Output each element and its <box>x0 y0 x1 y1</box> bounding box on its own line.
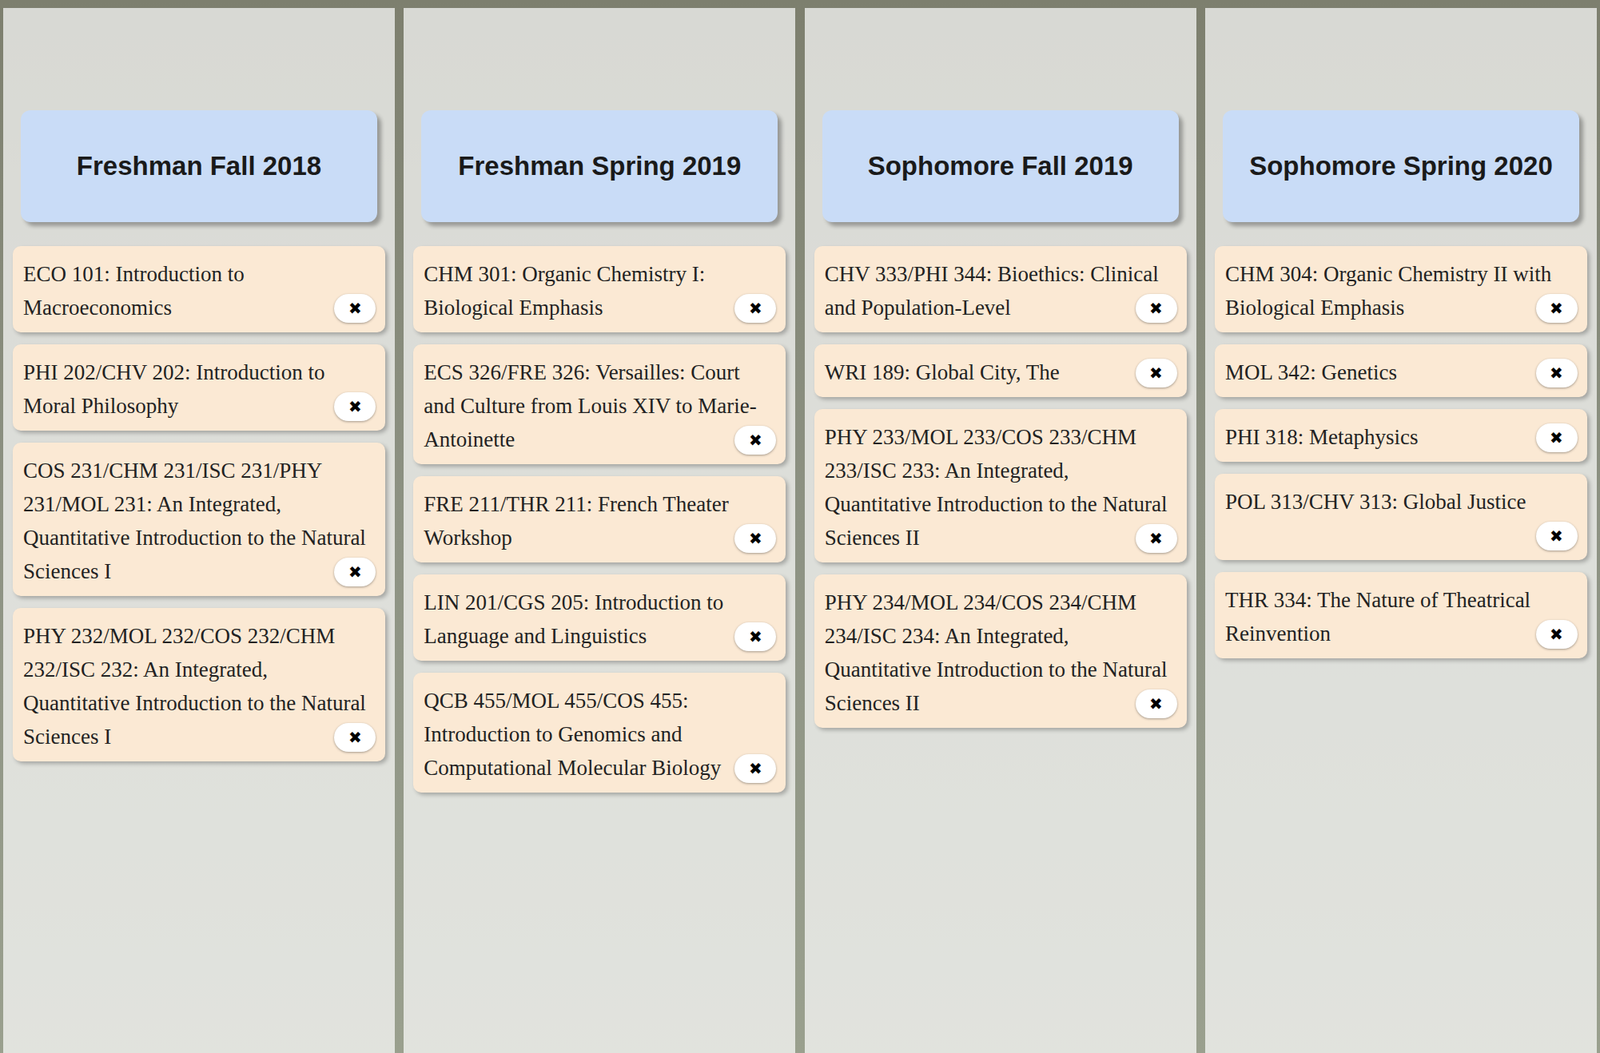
remove-button[interactable]: ✖ <box>734 425 777 455</box>
course-card[interactable]: QCB 455/MOL 455/COS 455: Introduction to… <box>413 672 786 793</box>
remove-button[interactable]: ✖ <box>1536 423 1578 453</box>
close-icon: ✖ <box>748 300 763 317</box>
close-icon: ✖ <box>1549 429 1564 446</box>
close-icon: ✖ <box>1149 696 1163 713</box>
close-icon: ✖ <box>748 760 763 777</box>
course-title: LIN 201/CGS 205: Introduction to Languag… <box>423 590 724 649</box>
close-icon: ✖ <box>348 564 363 581</box>
course-card[interactable]: CHM 301: Organic Chemistry I: Biological… <box>413 246 786 333</box>
semester-header: Freshman Spring 2019 <box>421 110 778 223</box>
close-icon: ✖ <box>348 398 363 415</box>
course-title: QCB 455/MOL 455/COS 455: Introduction to… <box>423 688 721 781</box>
remove-button[interactable]: ✖ <box>734 754 777 784</box>
close-icon: ✖ <box>1549 365 1564 382</box>
course-title: COS 231/CHM 231/ISC 231/PHY 231/MOL 231:… <box>23 458 367 584</box>
course-card[interactable]: PHY 232/MOL 232/COS 232/CHM 232/ISC 232:… <box>12 608 386 762</box>
course-title: PHI 318: Metaphysics <box>1225 425 1418 450</box>
course-title: THR 334: The Nature of Theatrical Reinve… <box>1225 588 1531 646</box>
close-icon: ✖ <box>748 432 763 449</box>
remove-button[interactable]: ✖ <box>334 723 376 753</box>
remove-button[interactable]: ✖ <box>1135 524 1178 554</box>
course-card[interactable]: COS 231/CHM 231/ISC 231/PHY 231/MOL 231:… <box>12 442 386 597</box>
semester-column[interactable]: Freshman Spring 2019 CHM 301: Organic Che… <box>403 7 796 1053</box>
close-icon: ✖ <box>1549 300 1564 317</box>
course-title: ECO 101: Introduction to Macroeconomics <box>23 262 245 320</box>
course-card[interactable]: ECS 326/FRE 326: Versailles: Court and C… <box>413 344 786 465</box>
course-card[interactable]: MOL 342: Genetics ✖ <box>1214 344 1588 398</box>
course-list: CHM 304: Organic Chemistry II with Biolo… <box>1214 246 1588 659</box>
remove-button[interactable]: ✖ <box>1536 620 1578 649</box>
course-title: MOL 342: Genetics <box>1225 360 1398 385</box>
remove-button[interactable]: ✖ <box>1135 358 1178 388</box>
remove-button[interactable]: ✖ <box>334 294 376 323</box>
close-icon: ✖ <box>1149 530 1163 547</box>
course-title: PHY 232/MOL 232/COS 232/CHM 232/ISC 232:… <box>23 624 367 749</box>
course-card[interactable]: CHV 333/PHI 344: Bioethics: Clinical and… <box>814 246 1187 333</box>
remove-button[interactable]: ✖ <box>334 557 376 587</box>
remove-button[interactable]: ✖ <box>1536 521 1578 551</box>
course-title: PHY 233/MOL 233/COS 233/CHM 233/ISC 233:… <box>824 425 1168 550</box>
course-title: CHM 301: Organic Chemistry I: Biological… <box>423 262 705 320</box>
course-card[interactable]: ECO 101: Introduction to Macroeconomics ✖ <box>12 246 386 333</box>
semester-column[interactable]: Sophomore Spring 2020 CHM 304: Organic Ch… <box>1205 7 1597 1053</box>
course-card[interactable]: PHI 202/CHV 202: Introduction to Moral P… <box>12 344 386 431</box>
close-icon: ✖ <box>348 300 363 317</box>
close-icon: ✖ <box>1149 365 1163 382</box>
course-card[interactable]: PHY 233/MOL 233/COS 233/CHM 233/ISC 233:… <box>814 409 1187 563</box>
semester-header: Freshman Fall 2018 <box>20 110 378 223</box>
close-icon: ✖ <box>748 530 763 547</box>
course-title: WRI 189: Global City, The <box>824 360 1060 385</box>
course-title: CHM 304: Organic Chemistry II with Biolo… <box>1225 262 1552 320</box>
close-icon: ✖ <box>748 628 763 645</box>
course-list: CHM 301: Organic Chemistry I: Biological… <box>413 246 786 793</box>
close-icon: ✖ <box>348 729 363 746</box>
semester-column[interactable]: Sophomore Fall 2019 CHV 333/PHI 344: Bioe… <box>804 7 1197 1053</box>
remove-button[interactable]: ✖ <box>734 622 777 652</box>
course-card[interactable]: POL 313/CHV 313: Global Justice ✖ <box>1214 473 1588 561</box>
planner-page: Freshman Fall 2018 ECO 101: Introduction … <box>0 0 1600 1053</box>
course-card[interactable]: WRI 189: Global City, The ✖ <box>814 344 1187 398</box>
course-list: ECO 101: Introduction to Macroeconomics ✖… <box>12 246 386 762</box>
course-card[interactable]: PHI 318: Metaphysics ✖ <box>1214 409 1588 462</box>
course-title: PHI 202/CHV 202: Introduction to Moral P… <box>23 360 326 418</box>
course-title: PHY 234/MOL 234/COS 234/CHM 234/ISC 234:… <box>824 590 1168 716</box>
semester-header: Sophomore Fall 2019 <box>822 110 1179 223</box>
course-title: ECS 326/FRE 326: Versailles: Court and C… <box>423 360 757 452</box>
remove-button[interactable]: ✖ <box>1135 294 1178 323</box>
course-card[interactable]: FRE 211/THR 211: French Theater Workshop… <box>413 476 786 563</box>
remove-button[interactable]: ✖ <box>1135 689 1178 719</box>
close-icon: ✖ <box>1149 300 1163 317</box>
remove-button[interactable]: ✖ <box>334 392 376 422</box>
remove-button[interactable]: ✖ <box>1536 294 1578 323</box>
course-card[interactable]: CHM 304: Organic Chemistry II with Biolo… <box>1214 246 1588 333</box>
course-card[interactable]: LIN 201/CGS 205: Introduction to Languag… <box>413 574 786 661</box>
course-title: POL 313/CHV 313: Global Justice <box>1225 489 1527 514</box>
course-list: CHV 333/PHI 344: Bioethics: Clinical and… <box>814 246 1187 729</box>
course-title: CHV 333/PHI 344: Bioethics: Clinical and… <box>824 262 1159 320</box>
semester-header: Sophomore Spring 2020 <box>1222 110 1580 223</box>
course-title: FRE 211/THR 211: French Theater Workshop <box>423 492 729 550</box>
remove-button[interactable]: ✖ <box>734 294 777 323</box>
close-icon: ✖ <box>1549 626 1564 643</box>
remove-button[interactable]: ✖ <box>734 524 777 554</box>
remove-button[interactable]: ✖ <box>1536 358 1578 388</box>
close-icon: ✖ <box>1549 528 1564 545</box>
course-card[interactable]: PHY 234/MOL 234/COS 234/CHM 234/ISC 234:… <box>814 574 1187 729</box>
course-card[interactable]: THR 334: The Nature of Theatrical Reinve… <box>1214 572 1588 659</box>
semester-column[interactable]: Freshman Fall 2018 ECO 101: Introduction … <box>3 7 395 1053</box>
